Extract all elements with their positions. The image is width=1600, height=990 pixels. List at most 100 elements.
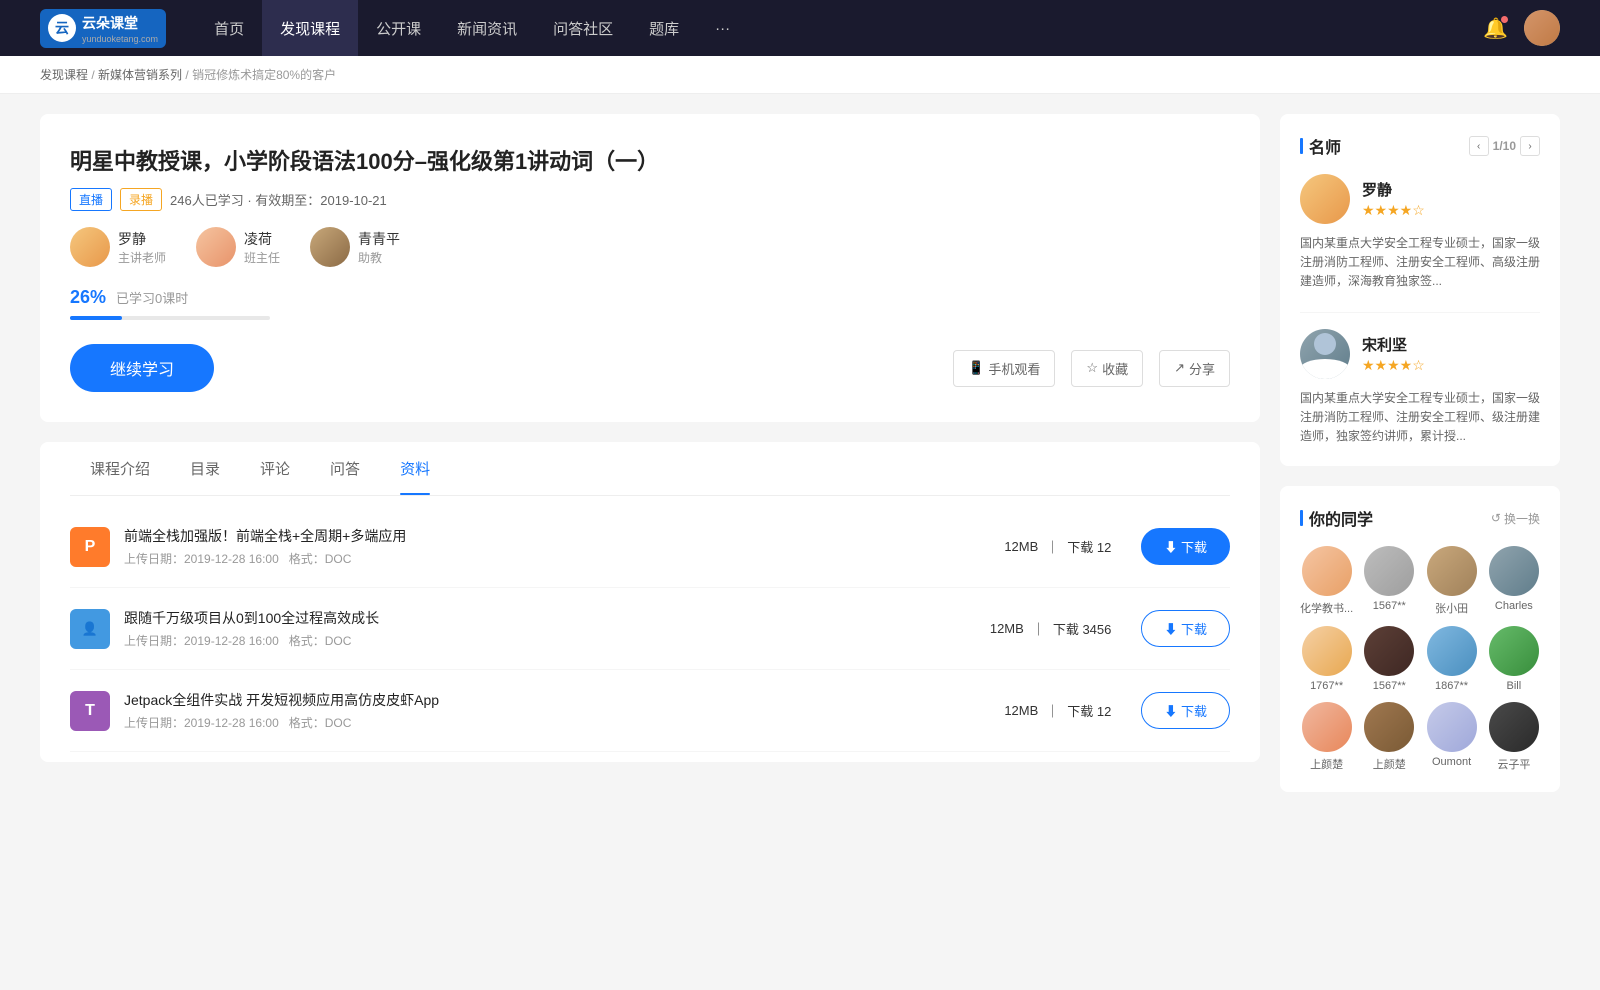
classmate-name-3: Charles [1488,600,1540,612]
mobile-label: 手机观看 [988,359,1040,378]
teacher-name-1: 凌荷 [244,229,280,249]
resource-stats-0: 12MB ｜ 下载 12 [1004,537,1111,556]
classmate-5[interactable]: 1567** [1363,626,1415,692]
sidebar-teacher-top-0: 罗静 ★★★★☆ [1300,174,1540,224]
teachers-title-left: 名师 [1300,134,1341,158]
teachers-row: 罗静 主讲老师 凌荷 班主任 青青平 助教 [70,227,1230,267]
refresh-icon: ↺ [1491,511,1501,525]
collect-label: 收藏 [1102,359,1128,378]
tag-live: 直播 [70,188,112,211]
resource-list: P 前端全栈加强版！前端全栈+全周期+多端应用 上传日期：2019-12-28 … [70,496,1230,762]
classmate-avatar-8 [1302,702,1352,752]
classmate-0[interactable]: 化学教书... [1300,546,1353,616]
classmates-header: 你的同学 ↺ 换一换 [1300,506,1540,530]
tab-catalog[interactable]: 目录 [170,442,240,495]
logo[interactable]: 云 云朵课堂 yunduoketang.com [40,9,166,48]
classmate-avatar-2 [1427,546,1477,596]
mobile-watch-button[interactable]: 📱 手机观看 [953,350,1055,387]
classmate-7[interactable]: Bill [1488,626,1540,692]
classmates-grid: 化学教书... 1567** 张小田 Charles 1767** [1300,546,1540,772]
share-button[interactable]: ↗ 分享 [1159,350,1230,387]
classmate-3[interactable]: Charles [1488,546,1540,616]
sidebar-teacher-1: 宋利坚 ★★★★☆ 国内某重点大学安全工程专业硕士，国家一级注册消防工程师、注册… [1300,329,1540,447]
nav-item-qa[interactable]: 问答社区 [535,0,631,56]
classmate-10[interactable]: Oumont [1425,702,1477,772]
collect-button[interactable]: ☆ 收藏 [1071,350,1143,387]
breadcrumb: 发现课程 / 新媒体营销系列 / 销冠修炼术搞定80%的客户 [0,56,1600,94]
course-title: 明星中教授课，小学阶段语法100分–强化级第1讲动词（一） [70,144,1230,176]
refresh-classmates-btn[interactable]: ↺ 换一换 [1491,510,1540,527]
progress-bar-bg [70,316,270,320]
sidebar-teacher-avatar-1 [1300,329,1350,379]
progress-percent: 26% [70,287,106,308]
classmate-name-8: 上颜楚 [1300,756,1353,772]
download-btn-1[interactable]: ⬇ 下载 [1141,610,1230,647]
teacher-name-2: 青青平 [358,229,400,249]
teacher-0: 罗静 主讲老师 [70,227,166,267]
tab-resource[interactable]: 资料 [380,442,450,495]
classmate-avatar-11 [1489,702,1539,752]
teachers-sidebar-card: 名师 ‹ 1/10 › 罗静 ★★★★☆ 国内某重点大学安全工程专业硕士，国家一… [1280,114,1560,466]
left-content: 明星中教授课，小学阶段语法100分–强化级第1讲动词（一） 直播 录播 246人… [40,114,1260,812]
nav-item-home[interactable]: 首页 [196,0,262,56]
sidebar-teacher-avatar-0 [1300,174,1350,224]
classmate-4[interactable]: 1767** [1300,626,1353,692]
teacher-info-0: 罗静 主讲老师 [118,229,166,266]
resource-item-0: P 前端全栈加强版！前端全栈+全周期+多端应用 上传日期：2019-12-28 … [70,506,1230,588]
resource-info-2: Jetpack全组件实战 开发短视频应用高仿皮皮虾App 上传日期：2019-1… [124,690,974,731]
sidebar-teacher-0: 罗静 ★★★★☆ 国内某重点大学安全工程专业硕士，国家一级注册消防工程师、注册安… [1300,174,1540,292]
classmate-avatar-5 [1364,626,1414,676]
classmate-11[interactable]: 云子平 [1488,702,1540,772]
nav-item-discover[interactable]: 发现课程 [262,0,358,56]
classmate-6[interactable]: 1867** [1425,626,1477,692]
sidebar-teacher-desc-1: 国内某重点大学安全工程专业硕士，国家一级注册消防工程师、注册安全工程师、级注册建… [1300,389,1540,447]
mobile-icon: 📱 [968,360,984,376]
download-btn-0[interactable]: ⬇ 下载 [1141,528,1230,565]
teachers-pagination: ‹ 1/10 › [1469,136,1540,156]
resource-name-2: Jetpack全组件实战 开发短视频应用高仿皮皮虾App [124,690,974,710]
nav-item-more[interactable]: ··· [697,0,748,56]
classmate-name-10: Oumont [1425,756,1477,768]
breadcrumb-current: 销冠修炼术搞定80%的客户 [192,68,336,82]
download-btn-2[interactable]: ⬇ 下载 [1141,692,1230,729]
resource-stats-2: 12MB ｜ 下载 12 [1004,701,1111,720]
nav-item-opencourse[interactable]: 公开课 [358,0,439,56]
next-teacher-btn[interactable]: › [1520,136,1540,156]
classmate-8[interactable]: 上颜楚 [1300,702,1353,772]
breadcrumb-discover[interactable]: 发现课程 [40,68,88,82]
breadcrumb-series[interactable]: 新媒体营销系列 [98,68,182,82]
classmate-avatar-10 [1427,702,1477,752]
resource-item-1: 👤 跟随千万级项目从0到100全过程高效成长 上传日期：2019-12-28 1… [70,588,1230,670]
bell-icon[interactable]: 🔔 [1483,16,1508,41]
teacher-role-1: 班主任 [244,249,280,266]
teacher-info-2: 青青平 助教 [358,229,400,266]
nav-menu: 首页 发现课程 公开课 新闻资讯 问答社区 题库 ··· [196,0,1483,56]
prev-teacher-btn[interactable]: ‹ [1469,136,1489,156]
teacher-2: 青青平 助教 [310,227,400,267]
tab-intro[interactable]: 课程介绍 [70,442,170,495]
navbar: 云 云朵课堂 yunduoketang.com 首页 发现课程 公开课 新闻资讯… [0,0,1600,56]
classmate-1[interactable]: 1567** [1363,546,1415,616]
classmate-2[interactable]: 张小田 [1425,546,1477,616]
classmate-avatar-3 [1489,546,1539,596]
main-layout: 明星中教授课，小学阶段语法100分–强化级第1讲动词（一） 直播 录播 246人… [0,94,1600,832]
blue-bar-icon [1300,138,1303,154]
nav-item-news[interactable]: 新闻资讯 [439,0,535,56]
logo-text: 云朵课堂 [82,13,158,33]
continue-button[interactable]: 继续学习 [70,344,214,392]
classmate-avatar-7 [1489,626,1539,676]
tab-qa[interactable]: 问答 [310,442,380,495]
logo-sub: yunduoketang.com [82,34,158,44]
tab-review[interactable]: 评论 [240,442,310,495]
teacher-1: 凌荷 班主任 [196,227,280,267]
classmates-card: 你的同学 ↺ 换一换 化学教书... 1567** [1280,486,1560,792]
teacher-avatar-2 [310,227,350,267]
classmate-name-2: 张小田 [1425,600,1477,616]
sidebar-teacher-top-1: 宋利坚 ★★★★☆ [1300,329,1540,379]
resource-name-0: 前端全栈加强版！前端全栈+全周期+多端应用 [124,526,974,546]
tag-record: 录播 [120,188,162,211]
user-avatar[interactable] [1524,10,1560,46]
classmate-9[interactable]: 上颜楚 [1363,702,1415,772]
progress-bar-fill [70,316,122,320]
nav-item-quiz[interactable]: 题库 [631,0,697,56]
